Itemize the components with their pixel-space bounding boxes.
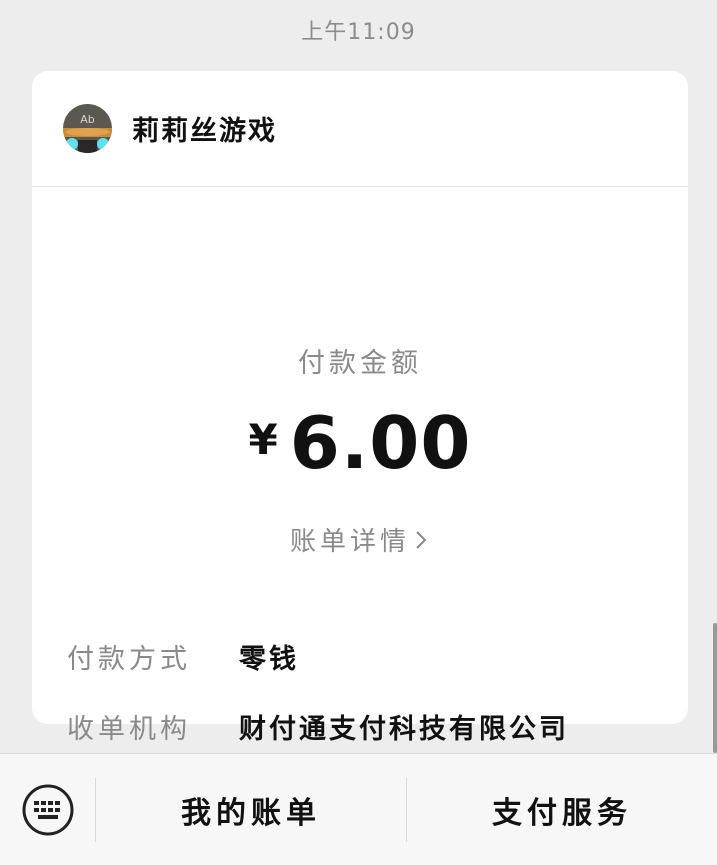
acquirer-label: 收单机构: [67, 714, 191, 745]
scrollbar-thumb[interactable]: [713, 623, 717, 753]
currency-symbol: ¥: [248, 415, 278, 464]
payment-method-value: 零钱: [239, 644, 299, 675]
amount-value: 6.00: [289, 401, 472, 485]
keyboard-toggle-button[interactable]: [0, 777, 96, 842]
bill-detail-label: 账单详情: [289, 527, 410, 557]
payment-method-row: 付款方式 零钱: [67, 637, 667, 676]
payment-notification-card[interactable]: Ab 莉莉丝游戏 付款金额 ¥ 6.00 账单详情 付款方式 零钱 收单机构 财…: [32, 71, 688, 745]
bottom-menu-bar: 我的账单 支付服务: [0, 753, 717, 865]
keyboard-icon: [22, 784, 73, 835]
chevron-right-icon: [416, 530, 427, 549]
bill-detail-link[interactable]: 账单详情: [32, 521, 688, 558]
merchant-name: 莉莉丝游戏: [132, 116, 277, 147]
message-timestamp: 上午11:09: [301, 20, 416, 45]
lilith-games-avatar-icon[interactable]: Ab: [63, 104, 112, 153]
svg-text:Ab: Ab: [80, 113, 95, 126]
amount-label: 付款金额: [298, 348, 422, 379]
payment-services-menu-item[interactable]: 支付服务: [407, 778, 717, 842]
card-header[interactable]: Ab 莉莉丝游戏: [32, 71, 688, 187]
payment-method-label: 付款方式: [67, 644, 191, 675]
acquirer-row: 收单机构 财付通支付科技有限公司: [67, 707, 667, 746]
acquirer-value: 财付通支付科技有限公司: [239, 714, 569, 745]
my-bills-menu-item[interactable]: 我的账单: [96, 778, 406, 842]
payment-amount: ¥ 6.00: [32, 401, 688, 485]
